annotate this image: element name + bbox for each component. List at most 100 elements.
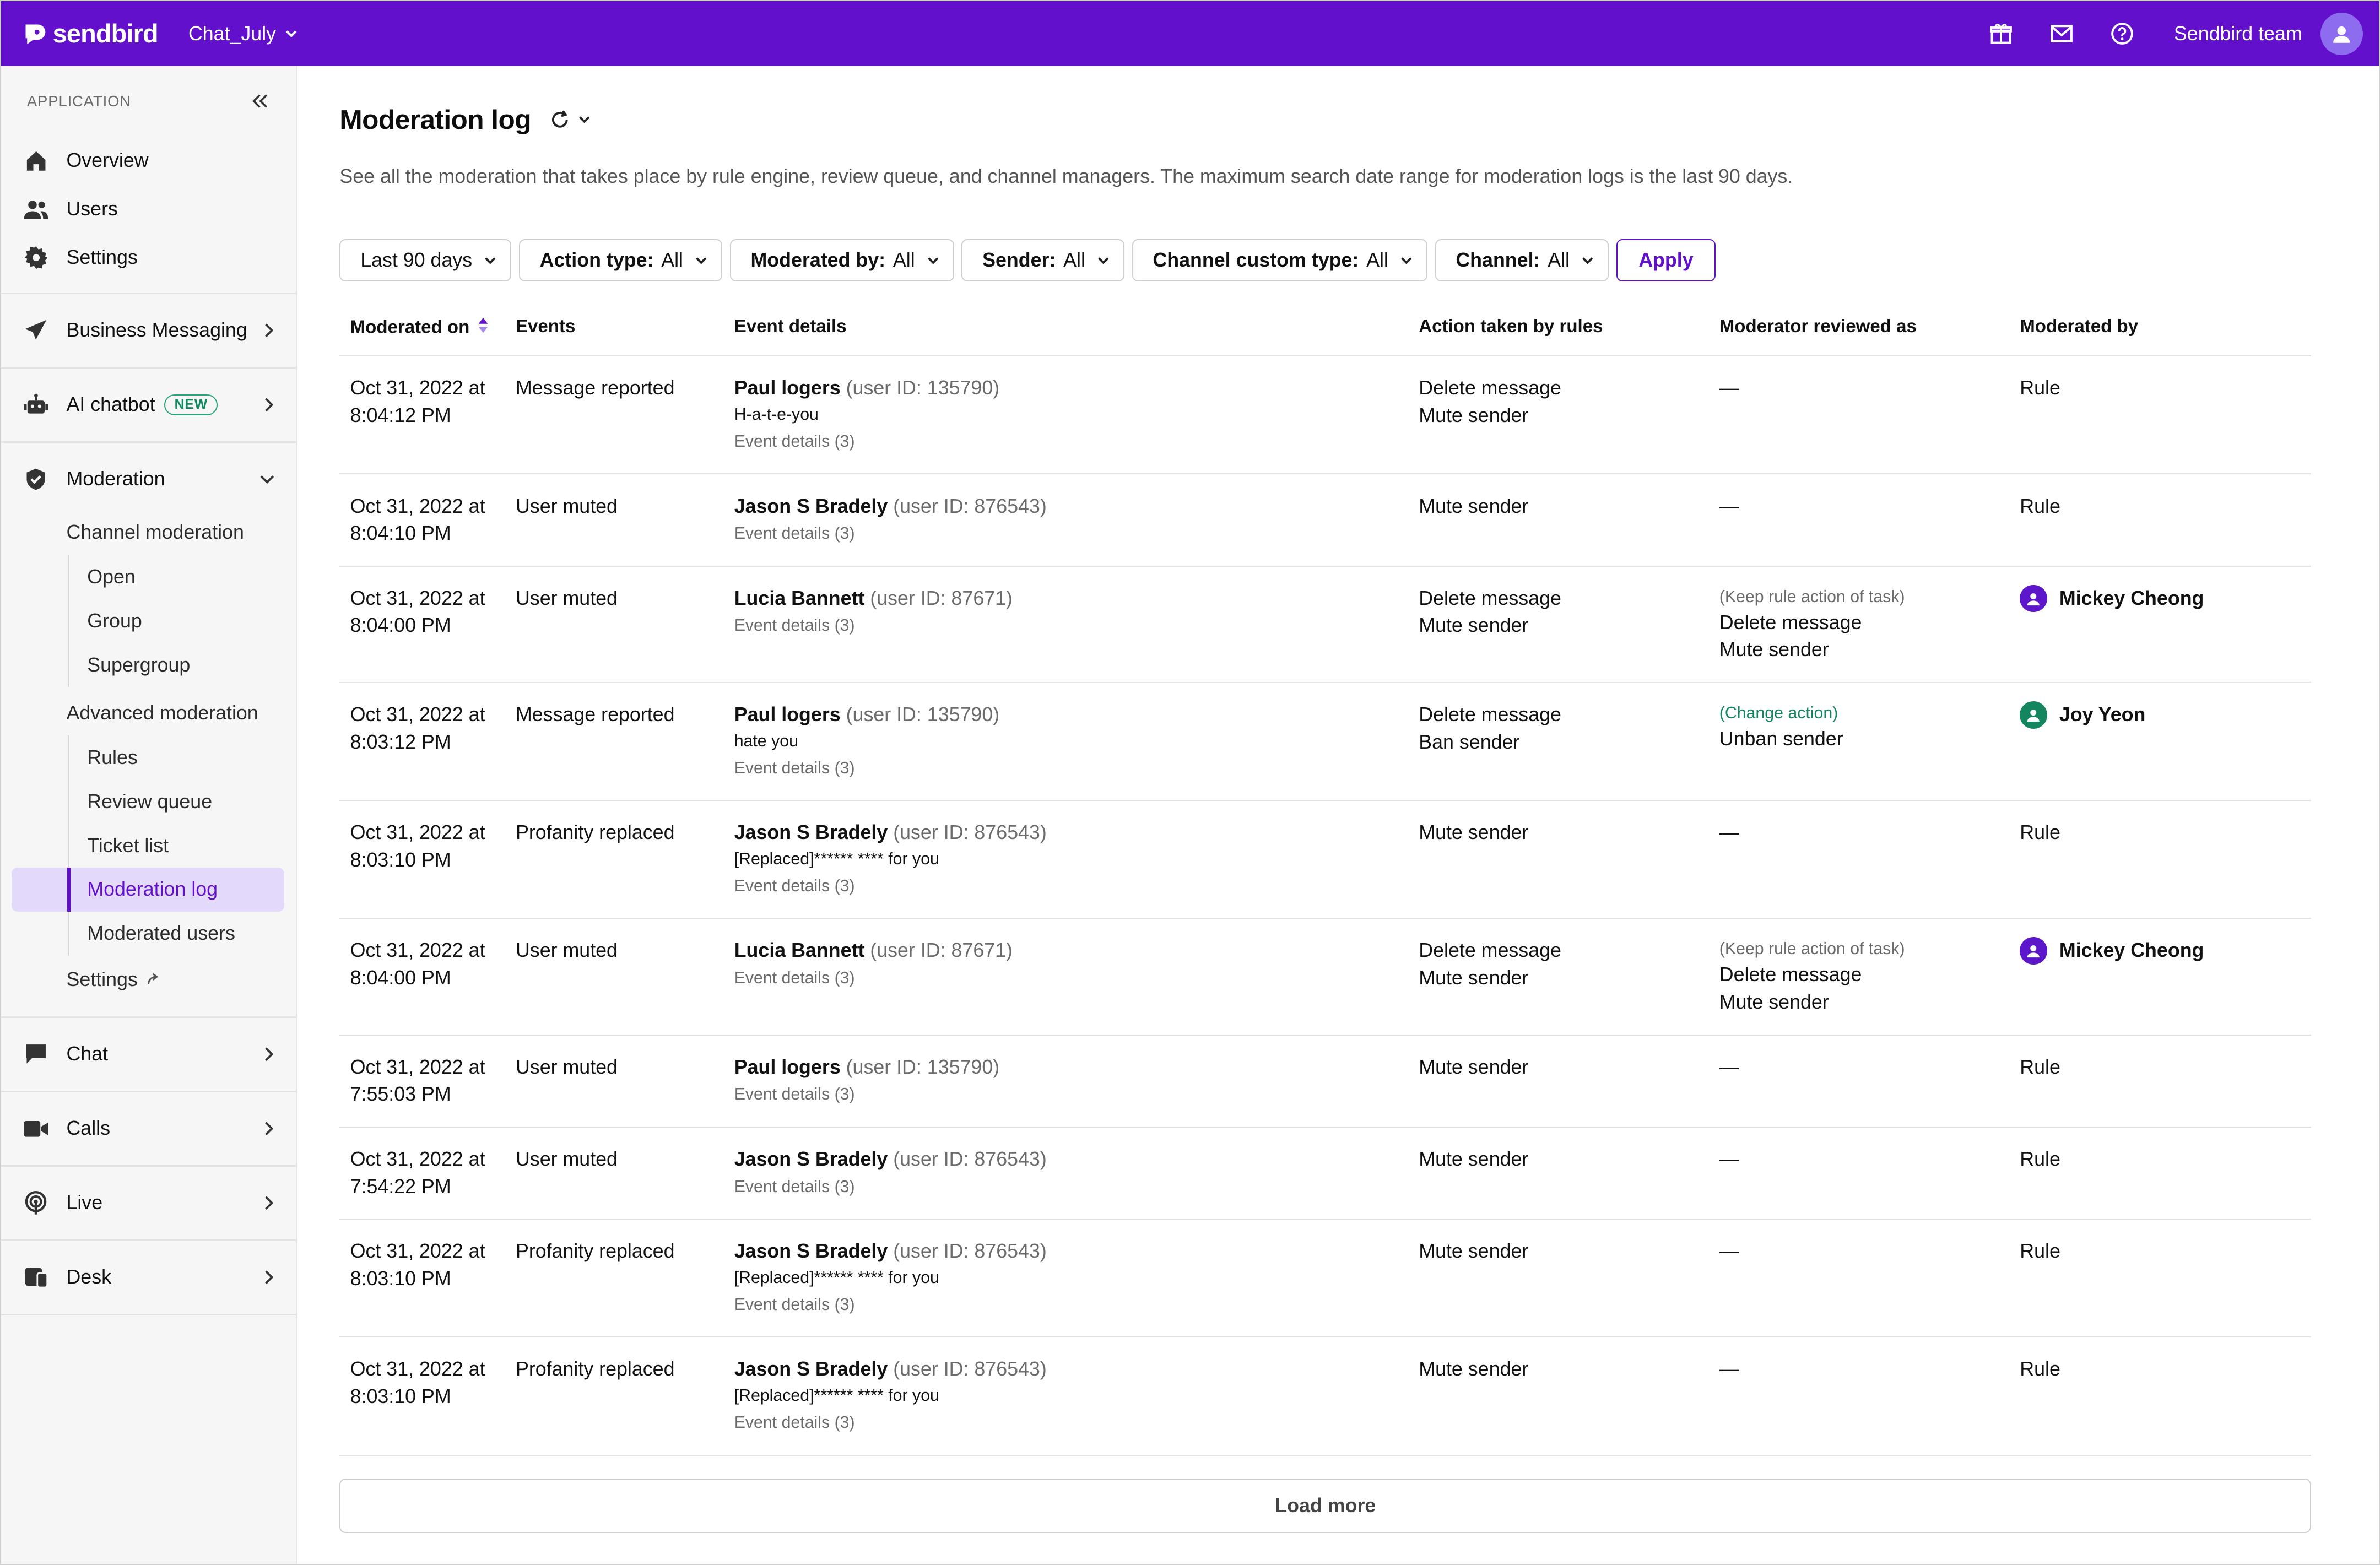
event-details-link[interactable]: Event details (3) xyxy=(734,612,1408,640)
chevron-down-icon[interactable] xyxy=(577,112,592,127)
channel-custom-type-filter[interactable]: Channel custom type: All xyxy=(1132,239,1427,282)
table-row[interactable]: Oct 31, 2022 at 8:04:00 PM User muted Lucia… xyxy=(339,566,2312,684)
top-bar: sendbird Chat_July Sendbird team xyxy=(1,1,2379,67)
sidebar-item-moderation-log[interactable]: Moderation log xyxy=(11,868,285,912)
review-action-text: Delete message xyxy=(1719,963,1862,986)
user-name[interactable]: Paul logers xyxy=(734,703,841,725)
moderated-by-cell: Rule xyxy=(2009,1127,2312,1220)
sidebar-item-open[interactable]: Open xyxy=(69,555,296,599)
moderated-by-filter[interactable]: Moderated by: All xyxy=(729,239,954,282)
moderator-reviewed-cell: (Change action) Unban sender xyxy=(1708,683,2009,802)
sidebar-item-moderation-settings[interactable]: Settings xyxy=(1,957,296,1003)
user-id: (user ID: 135790) xyxy=(846,703,1000,726)
table-row[interactable]: Oct 31, 2022 at 8:04:12 PM Message reporte… xyxy=(339,356,2312,475)
sidebar-item-advanced-moderation[interactable]: Advanced moderation xyxy=(1,690,296,736)
table-row[interactable]: Oct 31, 2022 at 8:03:10 PM Profanity repla… xyxy=(339,1337,2312,1456)
action-taken-cell: Mute sender xyxy=(1408,1337,1709,1456)
moderated-on-cell: Oct 31, 2022 at 8:03:10 PM xyxy=(339,1219,505,1338)
user-name[interactable]: Paul logers xyxy=(734,1056,841,1078)
event-details-link[interactable]: Event details (3) xyxy=(734,965,1408,992)
sendbird-logo[interactable]: sendbird xyxy=(23,19,159,48)
moderator-name: Rule xyxy=(2020,495,2060,517)
event-details-link[interactable]: Event details (3) xyxy=(734,1173,1408,1201)
sidebar-item-calls[interactable]: Calls xyxy=(1,1092,296,1165)
collapse-sidebar-icon[interactable] xyxy=(251,92,269,110)
user-name[interactable]: Paul logers xyxy=(734,377,841,399)
sidebar-item-rules[interactable]: Rules xyxy=(69,735,296,779)
time-text: 8:03:10 PM xyxy=(350,1267,451,1290)
moderator-name[interactable]: Mickey Cheong xyxy=(2059,585,2204,613)
gift-icon[interactable] xyxy=(1971,1,2031,66)
column-header-action-taken: Action taken by rules xyxy=(1408,298,1709,357)
moderator-name[interactable]: Mickey Cheong xyxy=(2059,937,2204,965)
event-details-link[interactable]: Event details (3) xyxy=(734,428,1408,456)
column-header-moderator-reviewed: Moderator reviewed as xyxy=(1708,298,2009,357)
user-name[interactable]: Jason S Bradely xyxy=(734,495,888,517)
sidebar-item-business-messaging[interactable]: Business Messaging xyxy=(1,294,296,367)
sidebar-item-moderated-users[interactable]: Moderated users xyxy=(69,912,296,956)
channel-filter[interactable]: Channel: All xyxy=(1435,239,1609,282)
moderator-name: Rule xyxy=(2020,1358,2060,1380)
event-details-link[interactable]: Event details (3) xyxy=(734,873,1408,900)
sidebar-item-review-queue[interactable]: Review queue xyxy=(69,779,296,824)
sidebar-item-live[interactable]: Live xyxy=(1,1167,296,1239)
moderated-by-cell: Rule xyxy=(2009,800,2312,919)
sidebar-item-desk[interactable]: Desk xyxy=(1,1241,296,1314)
sidebar-item-channel-moderation[interactable]: Channel moderation xyxy=(1,510,296,555)
sidebar-item-supergroup[interactable]: Supergroup xyxy=(69,643,296,687)
action-text: Delete message xyxy=(1419,703,1561,726)
sidebar-item-ai-chatbot[interactable]: AI chatbot NEW xyxy=(1,369,296,441)
user-id: (user ID: 135790) xyxy=(846,377,1000,399)
sender-filter[interactable]: Sender: All xyxy=(961,239,1124,282)
sidebar-item-moderation[interactable]: Moderation xyxy=(1,443,296,516)
sidebar-item-label: Overview xyxy=(66,149,149,171)
user-id: (user ID: 135790) xyxy=(846,1055,1000,1078)
sidebar-item-group[interactable]: Group xyxy=(69,599,296,643)
table-row[interactable]: Oct 31, 2022 at 7:54:22 PM User muted Jason… xyxy=(339,1127,2312,1220)
time-text: 8:04:00 PM xyxy=(350,614,451,637)
event-cell: User muted xyxy=(505,1127,724,1220)
user-avatar-icon[interactable] xyxy=(2320,12,2363,55)
table-row[interactable]: Oct 31, 2022 at 8:03:10 PM Profanity repla… xyxy=(339,1219,2312,1338)
team-name[interactable]: Sendbird team xyxy=(2174,23,2302,45)
sidebar-item-label: Settings xyxy=(66,246,138,269)
sort-icon[interactable] xyxy=(477,316,489,334)
user-name[interactable]: Jason S Bradely xyxy=(734,1148,888,1170)
sidebar-item-overview[interactable]: Overview xyxy=(1,136,296,185)
table-row[interactable]: Oct 31, 2022 at 8:04:00 PM User muted Lucia… xyxy=(339,918,2312,1036)
moderator-avatar-icon xyxy=(2020,937,2047,965)
column-header-moderated-on[interactable]: Moderated on xyxy=(339,298,505,357)
user-name[interactable]: Jason S Bradely xyxy=(734,1240,888,1262)
event-details-link[interactable]: Event details (3) xyxy=(734,755,1408,782)
sidebar-item-ticket-list[interactable]: Ticket list xyxy=(69,824,296,868)
date-range-value: Last 90 days xyxy=(360,249,473,272)
user-name[interactable]: Lucia Bannett xyxy=(734,587,865,609)
date-text: Oct 31, 2022 at xyxy=(350,495,485,517)
action-type-filter[interactable]: Action type: All xyxy=(518,239,722,282)
table-row[interactable]: Oct 31, 2022 at 8:03:10 PM Profanity repla… xyxy=(339,800,2312,919)
mail-icon[interactable] xyxy=(2031,1,2092,66)
sidebar-item-chat[interactable]: Chat xyxy=(1,1018,296,1091)
table-row[interactable]: Oct 31, 2022 at 8:04:10 PM User muted Jason… xyxy=(339,474,2312,567)
user-id: (user ID: 876543) xyxy=(893,1358,1047,1380)
event-details-link[interactable]: Event details (3) xyxy=(734,1409,1408,1437)
event-details-link[interactable]: Event details (3) xyxy=(734,1291,1408,1319)
sidebar-item-users[interactable]: Users xyxy=(1,185,296,233)
robot-icon xyxy=(23,391,50,419)
user-name[interactable]: Jason S Bradely xyxy=(734,821,888,843)
date-range-filter[interactable]: Last 90 days xyxy=(339,239,512,282)
load-more-button[interactable]: Load more xyxy=(339,1478,2312,1533)
action-text: Delete message xyxy=(1419,587,1561,609)
user-name[interactable]: Lucia Bannett xyxy=(734,939,865,961)
moderator-name[interactable]: Joy Yeon xyxy=(2059,701,2146,729)
table-row[interactable]: Oct 31, 2022 at 7:55:03 PM User muted Paul … xyxy=(339,1035,2312,1128)
user-name[interactable]: Jason S Bradely xyxy=(734,1358,888,1380)
app-selector[interactable]: Chat_July xyxy=(188,23,299,45)
help-icon[interactable] xyxy=(2092,1,2152,66)
refresh-icon[interactable] xyxy=(549,109,571,131)
event-details-link[interactable]: Event details (3) xyxy=(734,520,1408,548)
sidebar-item-settings[interactable]: Settings xyxy=(1,234,296,282)
table-row[interactable]: Oct 31, 2022 at 8:03:12 PM Message reporte… xyxy=(339,683,2312,802)
event-details-link[interactable]: Event details (3) xyxy=(734,1081,1408,1108)
apply-button[interactable]: Apply xyxy=(1616,239,1716,282)
